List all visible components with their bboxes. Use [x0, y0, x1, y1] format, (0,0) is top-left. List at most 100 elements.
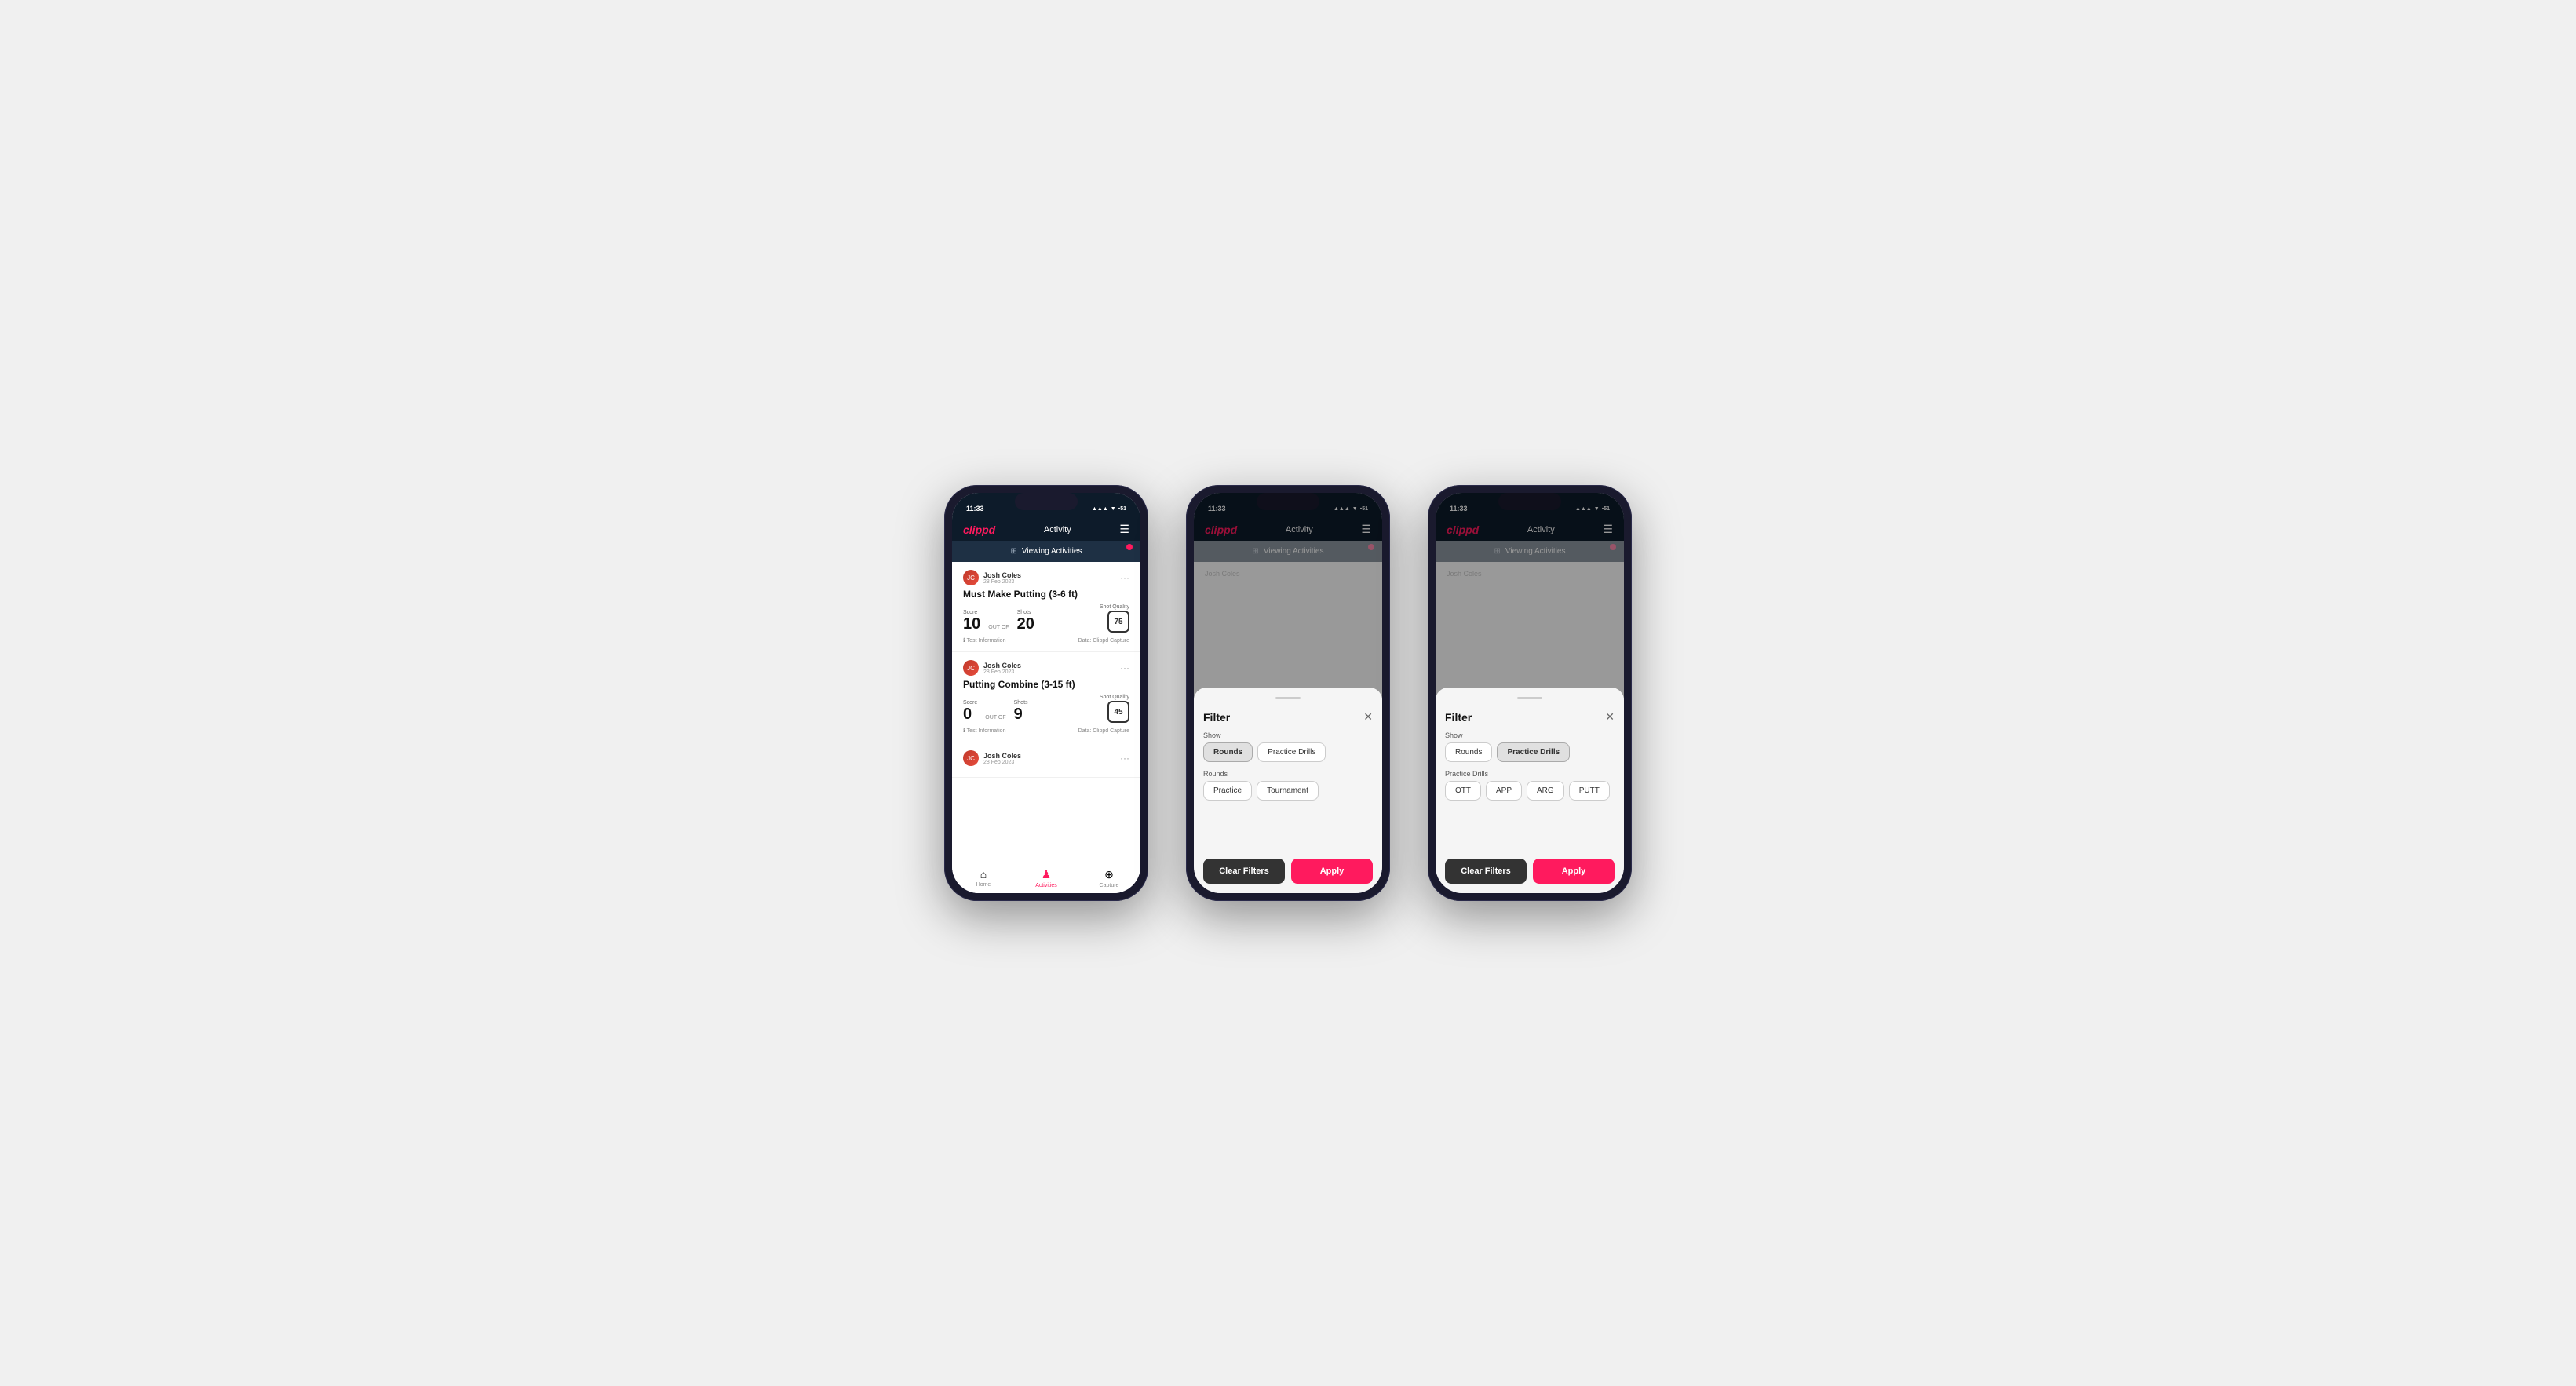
app-header-1: clippd Activity ☰: [952, 518, 1140, 541]
show-buttons-3: Rounds Practice Drills: [1445, 742, 1615, 762]
putt-btn-3[interactable]: PUTT: [1569, 781, 1610, 801]
user-info-3: JC Josh Coles 28 Feb 2023: [963, 750, 1021, 766]
user-name-3: Josh Coles: [983, 752, 1021, 760]
filter-show-section-2: Show Rounds Practice Drills: [1203, 731, 1373, 762]
shots-value-1: 20: [1017, 615, 1034, 633]
avatar-img-1: JC: [963, 570, 979, 585]
out-of-2: OUT OF: [985, 715, 1005, 720]
phone-3-screen: 11:33 ▲▲▲ ▼ ▪51 clippd Activity ☰ ⊞ View…: [1436, 493, 1624, 893]
stats-row-1: Score 10 OUT OF Shots 20 Shot Quality 75: [963, 604, 1129, 633]
card-header-2: JC Josh Coles 28 Feb 2023 ···: [963, 660, 1129, 676]
home-icon: ⌂: [980, 868, 987, 881]
arg-btn-3[interactable]: ARG: [1527, 781, 1564, 801]
practice-drills-btn-2[interactable]: Practice Drills: [1257, 742, 1326, 762]
scene: 11:33 ▲▲▲ ▼ ▪51 clippd Activity ☰ ⊞ View…: [913, 454, 1663, 932]
avatar-2: JC: [963, 660, 979, 676]
filter-sheet-2: Filter ✕ Show Rounds Practice Drills Rou…: [1194, 688, 1382, 893]
phone-1: 11:33 ▲▲▲ ▼ ▪51 clippd Activity ☰ ⊞ View…: [944, 485, 1148, 901]
home-label: Home: [976, 882, 991, 888]
user-info-2: JC Josh Coles 28 Feb 2023: [963, 660, 1021, 676]
test-info-2: ℹ Test Information: [963, 728, 1005, 734]
score-label-1: Score: [963, 610, 980, 615]
nav-capture[interactable]: ⊕ Capture: [1078, 863, 1140, 893]
activity-card-3: JC Josh Coles 28 Feb 2023 ···: [952, 742, 1140, 778]
user-name-1: Josh Coles: [983, 571, 1021, 579]
show-buttons-2: Rounds Practice Drills: [1203, 742, 1373, 762]
sheet-handle-2: [1275, 697, 1301, 699]
signal-icon: ▲▲▲: [1092, 506, 1108, 512]
user-date-2: 28 Feb 2023: [983, 669, 1021, 675]
drills-buttons-3: OTT APP ARG PUTT: [1445, 781, 1615, 801]
clear-filters-btn-2[interactable]: Clear Filters: [1203, 859, 1285, 884]
status-icons-1: ▲▲▲ ▼ ▪51: [1092, 506, 1126, 512]
info-icon-2: ℹ: [963, 728, 965, 734]
phone-3: 11:33 ▲▲▲ ▼ ▪51 clippd Activity ☰ ⊞ View…: [1428, 485, 1632, 901]
nav-home[interactable]: ⌂ Home: [952, 863, 1015, 893]
rounds-btn-3[interactable]: Rounds: [1445, 742, 1492, 762]
viewing-dot-1: [1126, 544, 1133, 550]
score-value-1: 10: [963, 615, 980, 633]
out-of-1: OUT OF: [988, 625, 1009, 630]
data-source-1: Data: Clippd Capture: [1078, 638, 1129, 644]
sq-stat-2: Shot Quality 45: [1100, 695, 1129, 723]
test-info-1: ℹ Test Information: [963, 637, 1005, 644]
viewing-bar-text-1: Viewing Activities: [1022, 547, 1082, 556]
info-icon-1: ℹ: [963, 637, 965, 644]
user-meta-2: Josh Coles 28 Feb 2023: [983, 662, 1021, 675]
activities-label: Activities: [1035, 883, 1057, 888]
filter-icon-1: ⊞: [1011, 547, 1017, 556]
activity-title-2: Putting Combine (3-15 ft): [963, 679, 1129, 690]
rounds-btn-2[interactable]: Rounds: [1203, 742, 1253, 762]
card-dots-1[interactable]: ···: [1120, 572, 1129, 583]
tournament-btn-2[interactable]: Tournament: [1257, 781, 1319, 801]
activity-title-1: Must Make Putting (3-6 ft): [963, 589, 1129, 600]
practice-btn-2[interactable]: Practice: [1203, 781, 1252, 801]
apply-btn-3[interactable]: Apply: [1533, 859, 1615, 884]
practice-drills-btn-3[interactable]: Practice Drills: [1497, 742, 1570, 762]
filter-overlay-2: Filter ✕ Show Rounds Practice Drills Rou…: [1194, 493, 1382, 893]
rounds-section-label-2: Rounds: [1203, 770, 1373, 778]
user-name-2: Josh Coles: [983, 662, 1021, 669]
spacer-3: [1445, 808, 1615, 848]
data-source-2: Data: Clippd Capture: [1078, 728, 1129, 734]
card-dots-3[interactable]: ···: [1120, 753, 1129, 764]
shots-stat-2: Shots 9: [1014, 700, 1028, 723]
filter-close-2[interactable]: ✕: [1363, 710, 1373, 724]
score-label-2: Score: [963, 700, 977, 706]
activity-card-2: JC Josh Coles 28 Feb 2023 ··· Putting Co…: [952, 652, 1140, 742]
filter-rounds-section-2: Rounds Practice Tournament: [1203, 770, 1373, 801]
shots-label-2: Shots: [1014, 700, 1028, 706]
shots-label-1: Shots: [1017, 610, 1034, 615]
sheet-footer-3: Clear Filters Apply: [1445, 859, 1615, 884]
sheet-header-2: Filter ✕: [1203, 710, 1373, 724]
card-header-1: JC Josh Coles 28 Feb 2023 ···: [963, 570, 1129, 585]
battery-icon: ▪51: [1118, 506, 1126, 512]
user-meta-1: Josh Coles 28 Feb 2023: [983, 571, 1021, 585]
ott-btn-3[interactable]: OTT: [1445, 781, 1481, 801]
nav-activities[interactable]: ♟ Activities: [1015, 863, 1078, 893]
filter-overlay-backdrop-2[interactable]: [1194, 493, 1382, 688]
activity-list: JC Josh Coles 28 Feb 2023 ··· Must Make …: [952, 562, 1140, 863]
apply-btn-2[interactable]: Apply: [1291, 859, 1373, 884]
app-btn-3[interactable]: APP: [1486, 781, 1522, 801]
activity-card-1: JC Josh Coles 28 Feb 2023 ··· Must Make …: [952, 562, 1140, 652]
capture-icon: ⊕: [1104, 868, 1114, 881]
sq-stat-1: Shot Quality 75: [1100, 604, 1129, 633]
spacer-2: [1203, 808, 1373, 848]
filter-close-3[interactable]: ✕: [1605, 710, 1615, 724]
card-dots-2[interactable]: ···: [1120, 662, 1129, 673]
user-meta-3: Josh Coles 28 Feb 2023: [983, 752, 1021, 765]
phone-notch: [1015, 493, 1078, 510]
clear-filters-btn-3[interactable]: Clear Filters: [1445, 859, 1527, 884]
viewing-bar-1[interactable]: ⊞ Viewing Activities: [952, 541, 1140, 562]
avatar-img-2: JC: [963, 660, 979, 676]
avatar-1: JC: [963, 570, 979, 585]
sq-badge-1: 75: [1107, 611, 1129, 633]
filter-title-3: Filter: [1445, 711, 1472, 724]
score-stat-2: Score 0: [963, 700, 977, 723]
phone-1-screen: 11:33 ▲▲▲ ▼ ▪51 clippd Activity ☰ ⊞ View…: [952, 493, 1140, 893]
show-label-3: Show: [1445, 731, 1615, 739]
filter-overlay-backdrop-3[interactable]: [1436, 493, 1624, 688]
filter-drills-section-3: Practice Drills OTT APP ARG PUTT: [1445, 770, 1615, 801]
menu-icon-1[interactable]: ☰: [1119, 523, 1129, 536]
